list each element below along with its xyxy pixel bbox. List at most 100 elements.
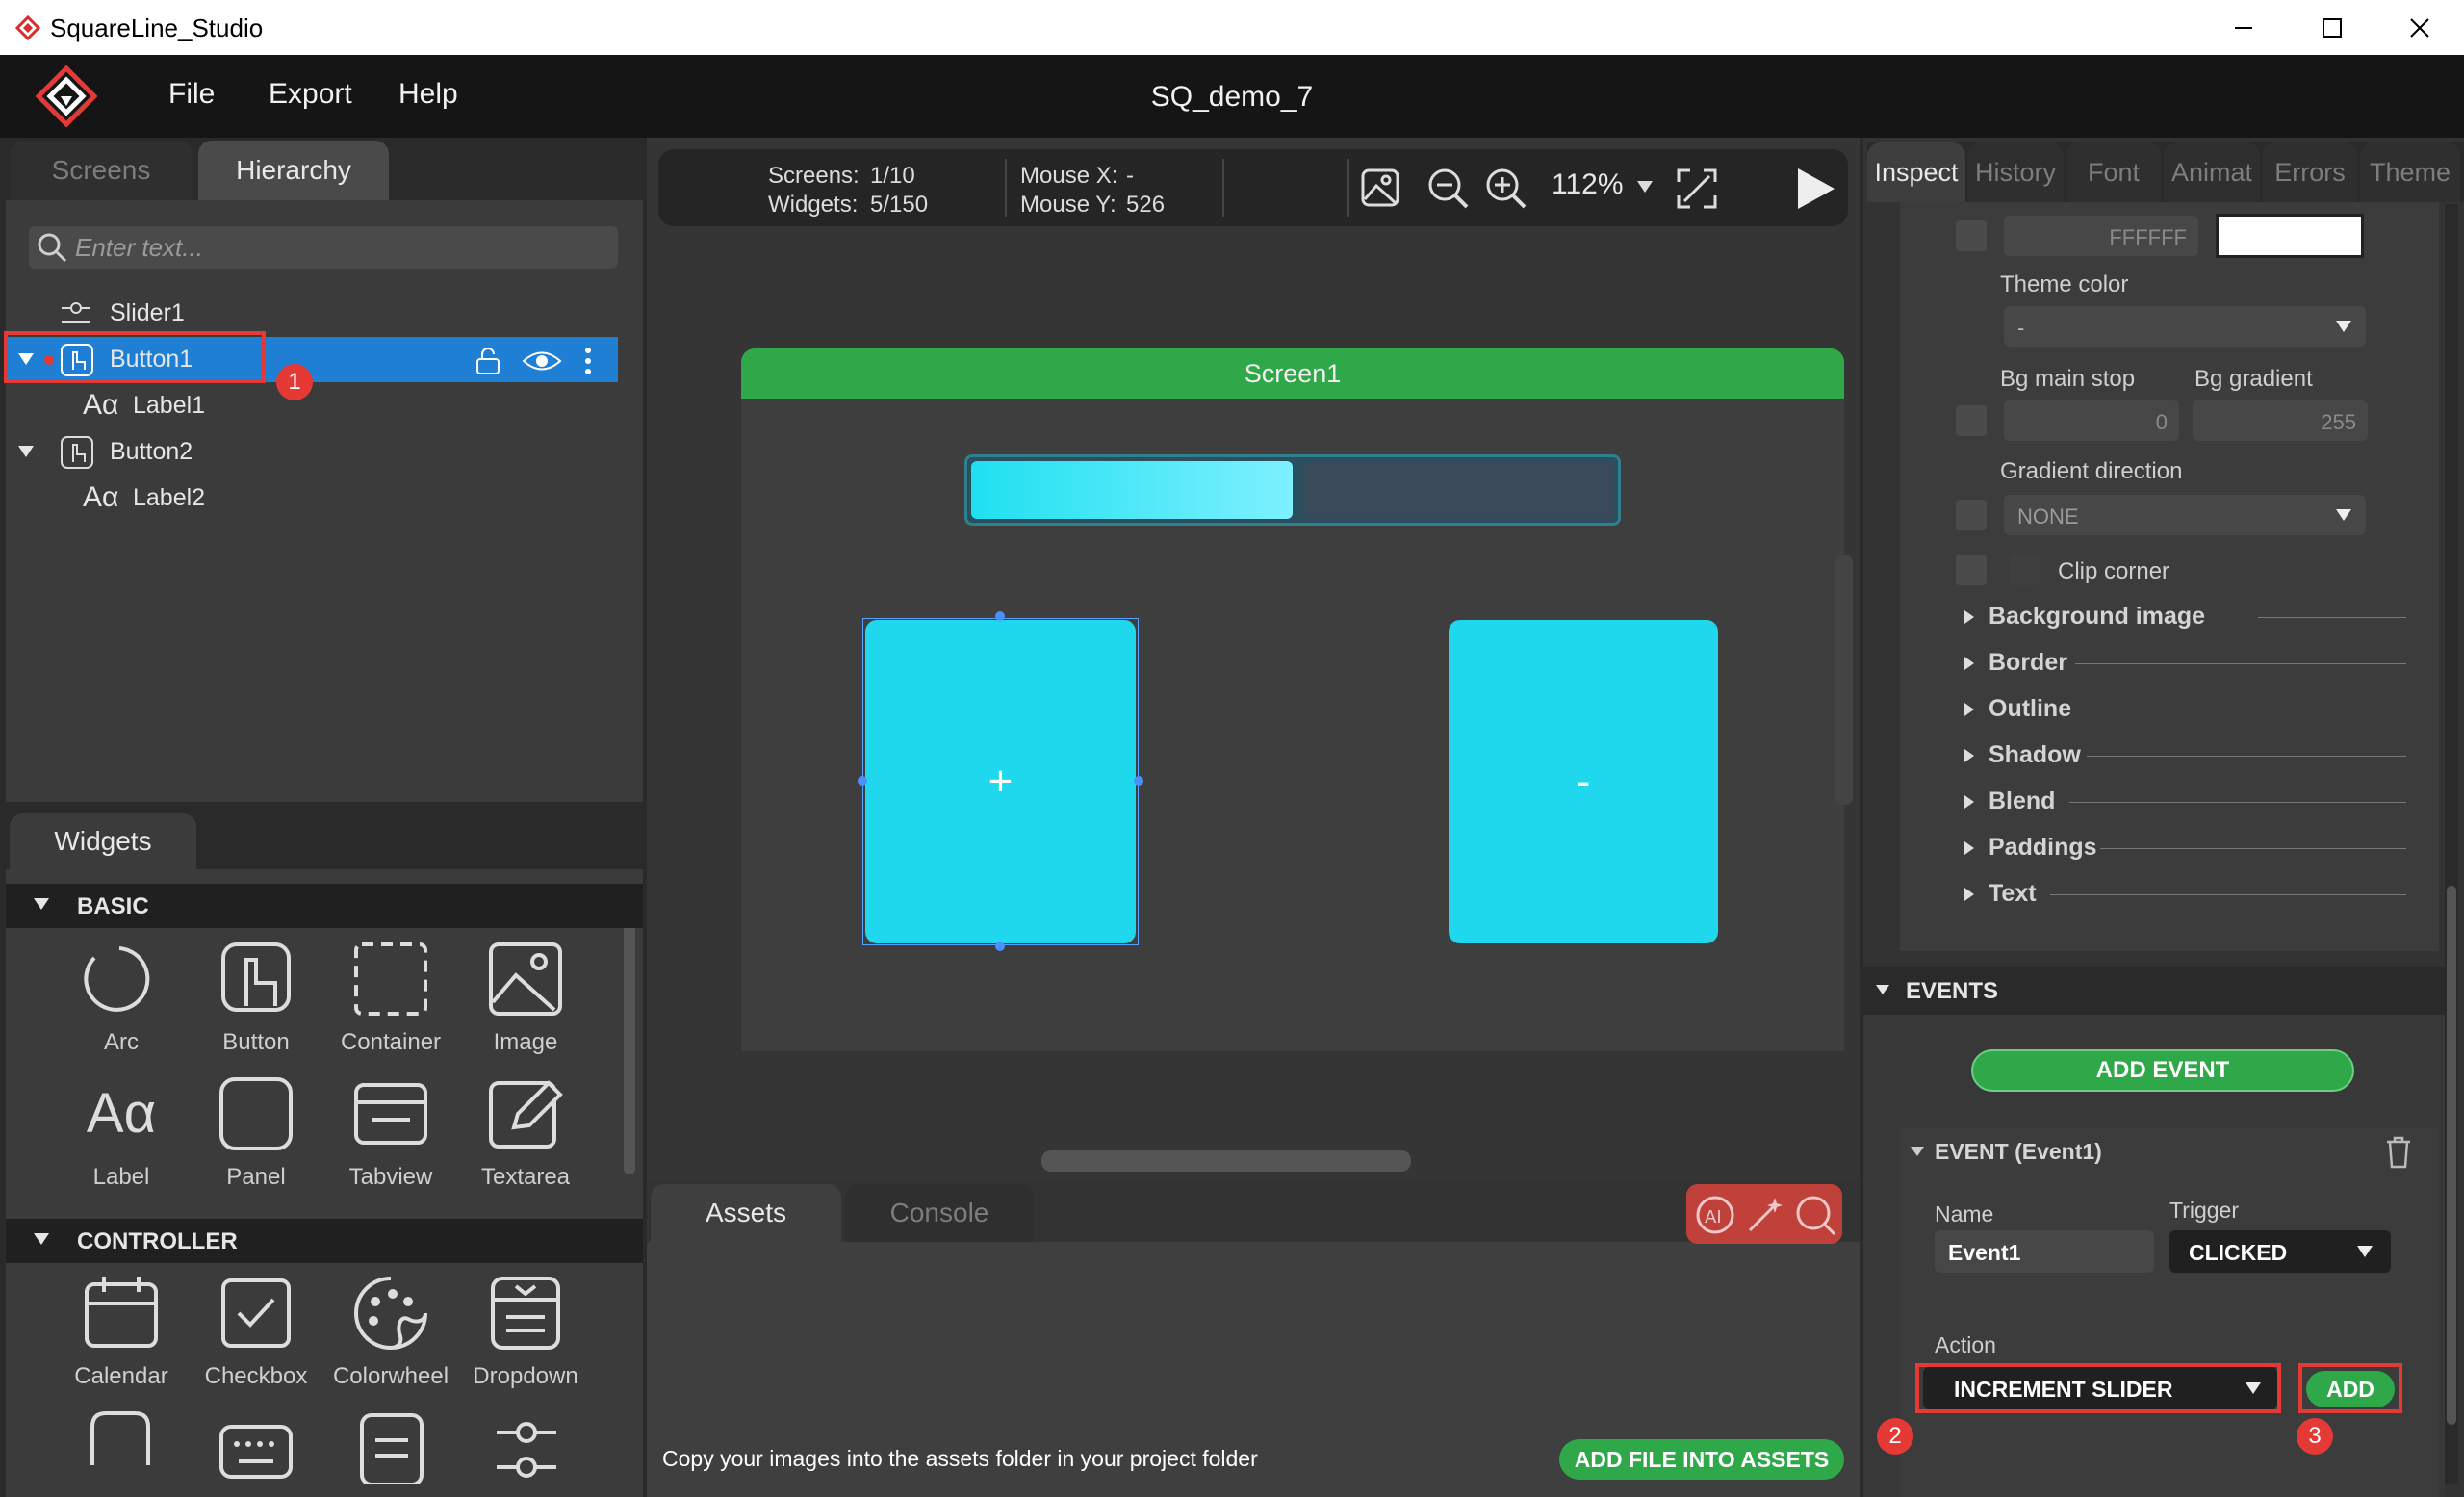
ai-icon[interactable]: AI	[1694, 1194, 1736, 1236]
clip-corner-checkbox[interactable]	[2010, 555, 2040, 585]
fit-screen-icon[interactable]	[1675, 167, 1719, 211]
bg-stop-checkbox[interactable]	[1956, 405, 1987, 436]
widget-arc[interactable]: Arc	[54, 939, 189, 1069]
visibility-eye-icon[interactable]	[522, 348, 562, 374]
maximize-button[interactable]	[2288, 0, 2376, 55]
tree-item-label: Label2	[133, 484, 206, 511]
inspect-scrollbar-thumb[interactable]	[2447, 886, 2456, 1425]
section-background-image[interactable]: Background image	[1964, 603, 2406, 632]
event-trigger-select[interactable]: CLICKED	[2169, 1230, 2391, 1273]
tree-item-label1[interactable]: Aα Label1	[6, 383, 618, 428]
tab-inspect[interactable]: Inspect	[1867, 142, 1965, 202]
widget-checkbox[interactable]: Checkbox	[189, 1273, 323, 1403]
tree-item-label2[interactable]: Aα Label2	[6, 476, 618, 521]
tab-console[interactable]: Console	[845, 1184, 1034, 1242]
tab-history[interactable]: History	[1967, 142, 2064, 202]
background-image-icon[interactable]	[1359, 167, 1401, 209]
mouse-y-value: 526	[1126, 192, 1166, 218]
canvas-button-plus[interactable]: +	[865, 620, 1136, 943]
section-controller[interactable]: CONTROLLER	[6, 1219, 643, 1263]
canvas-horizontal-scrollbar[interactable]	[1041, 1150, 1411, 1172]
keyboard-icon[interactable]	[218, 1423, 295, 1481]
collapse-arrow-icon[interactable]	[1910, 1146, 1925, 1157]
search-input[interactable]	[75, 230, 604, 265]
unlock-icon[interactable]	[474, 347, 502, 375]
tab-font[interactable]: Font	[2066, 142, 2162, 202]
section-shadow[interactable]: Shadow	[1964, 741, 2406, 770]
resize-handle-left[interactable]	[858, 776, 867, 786]
section-paddings[interactable]: Paddings	[1964, 834, 2406, 863]
tab-widgets[interactable]: Widgets	[10, 813, 196, 869]
canvas-button-minus[interactable]: -	[1449, 620, 1718, 943]
widget-textarea[interactable]: Textarea	[458, 1073, 593, 1203]
add-event-button[interactable]: ADD EVENT	[1971, 1049, 2354, 1092]
zoom-level[interactable]: 112%	[1552, 168, 1624, 201]
widget-label: Checkbox	[204, 1363, 308, 1389]
widget-container[interactable]: Container	[323, 939, 458, 1069]
label-icon: Aα	[83, 481, 119, 513]
magic-wand-icon[interactable]	[1744, 1194, 1786, 1236]
theme-color-label: Theme color	[2000, 271, 2129, 297]
resize-handle-bottom[interactable]	[995, 942, 1005, 951]
tab-screens[interactable]: Screens	[10, 141, 192, 200]
list-icon[interactable]	[358, 1411, 425, 1484]
toolbar-divider	[1222, 159, 1224, 217]
tree-item-button2[interactable]: Button2	[6, 429, 618, 475]
widgets-count-label: Widgets:	[768, 192, 859, 218]
section-basic[interactable]: BASIC	[6, 884, 643, 928]
screen-tab-header[interactable]: Screen1	[741, 348, 1844, 399]
resize-handle-right[interactable]	[1134, 776, 1143, 786]
widgets-scrollbar[interactable]	[624, 886, 635, 1174]
highlight-box-button1	[4, 331, 266, 383]
trash-icon[interactable]	[2383, 1134, 2414, 1169]
zoom-out-icon[interactable]	[1426, 167, 1471, 211]
bg-main-stop-field[interactable]: 0	[2004, 400, 2179, 441]
gradient-direction-checkbox[interactable]	[1956, 500, 1987, 530]
color-swatch[interactable]	[2216, 214, 2364, 258]
bg-gradient-field[interactable]: 255	[2193, 400, 2368, 441]
close-button[interactable]	[2375, 0, 2464, 55]
section-text[interactable]: Text	[1964, 880, 2406, 909]
minimize-button[interactable]	[2199, 0, 2288, 55]
tab-hierarchy[interactable]: Hierarchy	[198, 141, 389, 200]
widget-calendar[interactable]: Calendar	[54, 1273, 189, 1403]
gradient-direction-select[interactable]: NONE	[2004, 495, 2366, 535]
more-options-icon[interactable]	[583, 347, 593, 375]
section-border[interactable]: Border	[1964, 649, 2406, 678]
widget-label-item[interactable]: Aα Label	[54, 1073, 189, 1203]
resize-handle-top[interactable]	[995, 611, 1005, 621]
section-blend[interactable]: Blend	[1964, 787, 2406, 816]
widget-panel[interactable]: Panel	[189, 1073, 323, 1203]
image-icon	[485, 939, 566, 1020]
events-header[interactable]: EVENTS	[1863, 967, 2445, 1015]
collapse-arrow-icon[interactable]	[17, 445, 35, 458]
section-outline[interactable]: Outline	[1964, 695, 2406, 724]
tab-theme[interactable]: Theme	[2360, 142, 2460, 202]
widget-tabview[interactable]: Tabview	[323, 1073, 458, 1203]
widget-button[interactable]: Button	[189, 939, 323, 1069]
color-hex-field[interactable]: FFFFFF	[2004, 216, 2198, 256]
canvas-slider[interactable]	[964, 454, 1621, 526]
widget-label: Colorwheel	[332, 1363, 449, 1389]
zoom-dropdown-icon[interactable]	[1636, 180, 1654, 194]
event-name-input[interactable]: Event1	[1935, 1230, 2154, 1273]
canvas-vertical-scrollbar[interactable]	[1835, 555, 1853, 805]
zoom-in-icon[interactable]	[1484, 167, 1528, 211]
assets-search-icon[interactable]	[1794, 1194, 1836, 1236]
widget-keyboard-partial-icon[interactable]	[83, 1407, 156, 1481]
tab-errors[interactable]: Errors	[2262, 142, 2358, 202]
widget-colorwheel[interactable]: Colorwheel	[323, 1273, 458, 1403]
tab-animation[interactable]: Animat	[2164, 142, 2260, 202]
add-file-into-assets-button[interactable]: ADD FILE INTO ASSETS	[1559, 1439, 1844, 1480]
clip-corner-label: Clip corner	[2058, 558, 2170, 584]
play-icon[interactable]	[1794, 165, 1838, 213]
slider-widget-icon[interactable]	[493, 1417, 560, 1484]
widget-dropdown[interactable]: Dropdown	[458, 1273, 593, 1403]
tree-item-slider1[interactable]: Slider1	[6, 291, 618, 336]
widget-image[interactable]: Image	[458, 939, 593, 1069]
window-title: SquareLine_Studio	[50, 13, 264, 42]
clip-corner-checkbox-outer[interactable]	[1956, 555, 1987, 585]
color-checkbox[interactable]	[1956, 220, 1987, 251]
theme-color-select[interactable]: -	[2004, 306, 2366, 347]
tab-assets[interactable]: Assets	[651, 1184, 841, 1242]
